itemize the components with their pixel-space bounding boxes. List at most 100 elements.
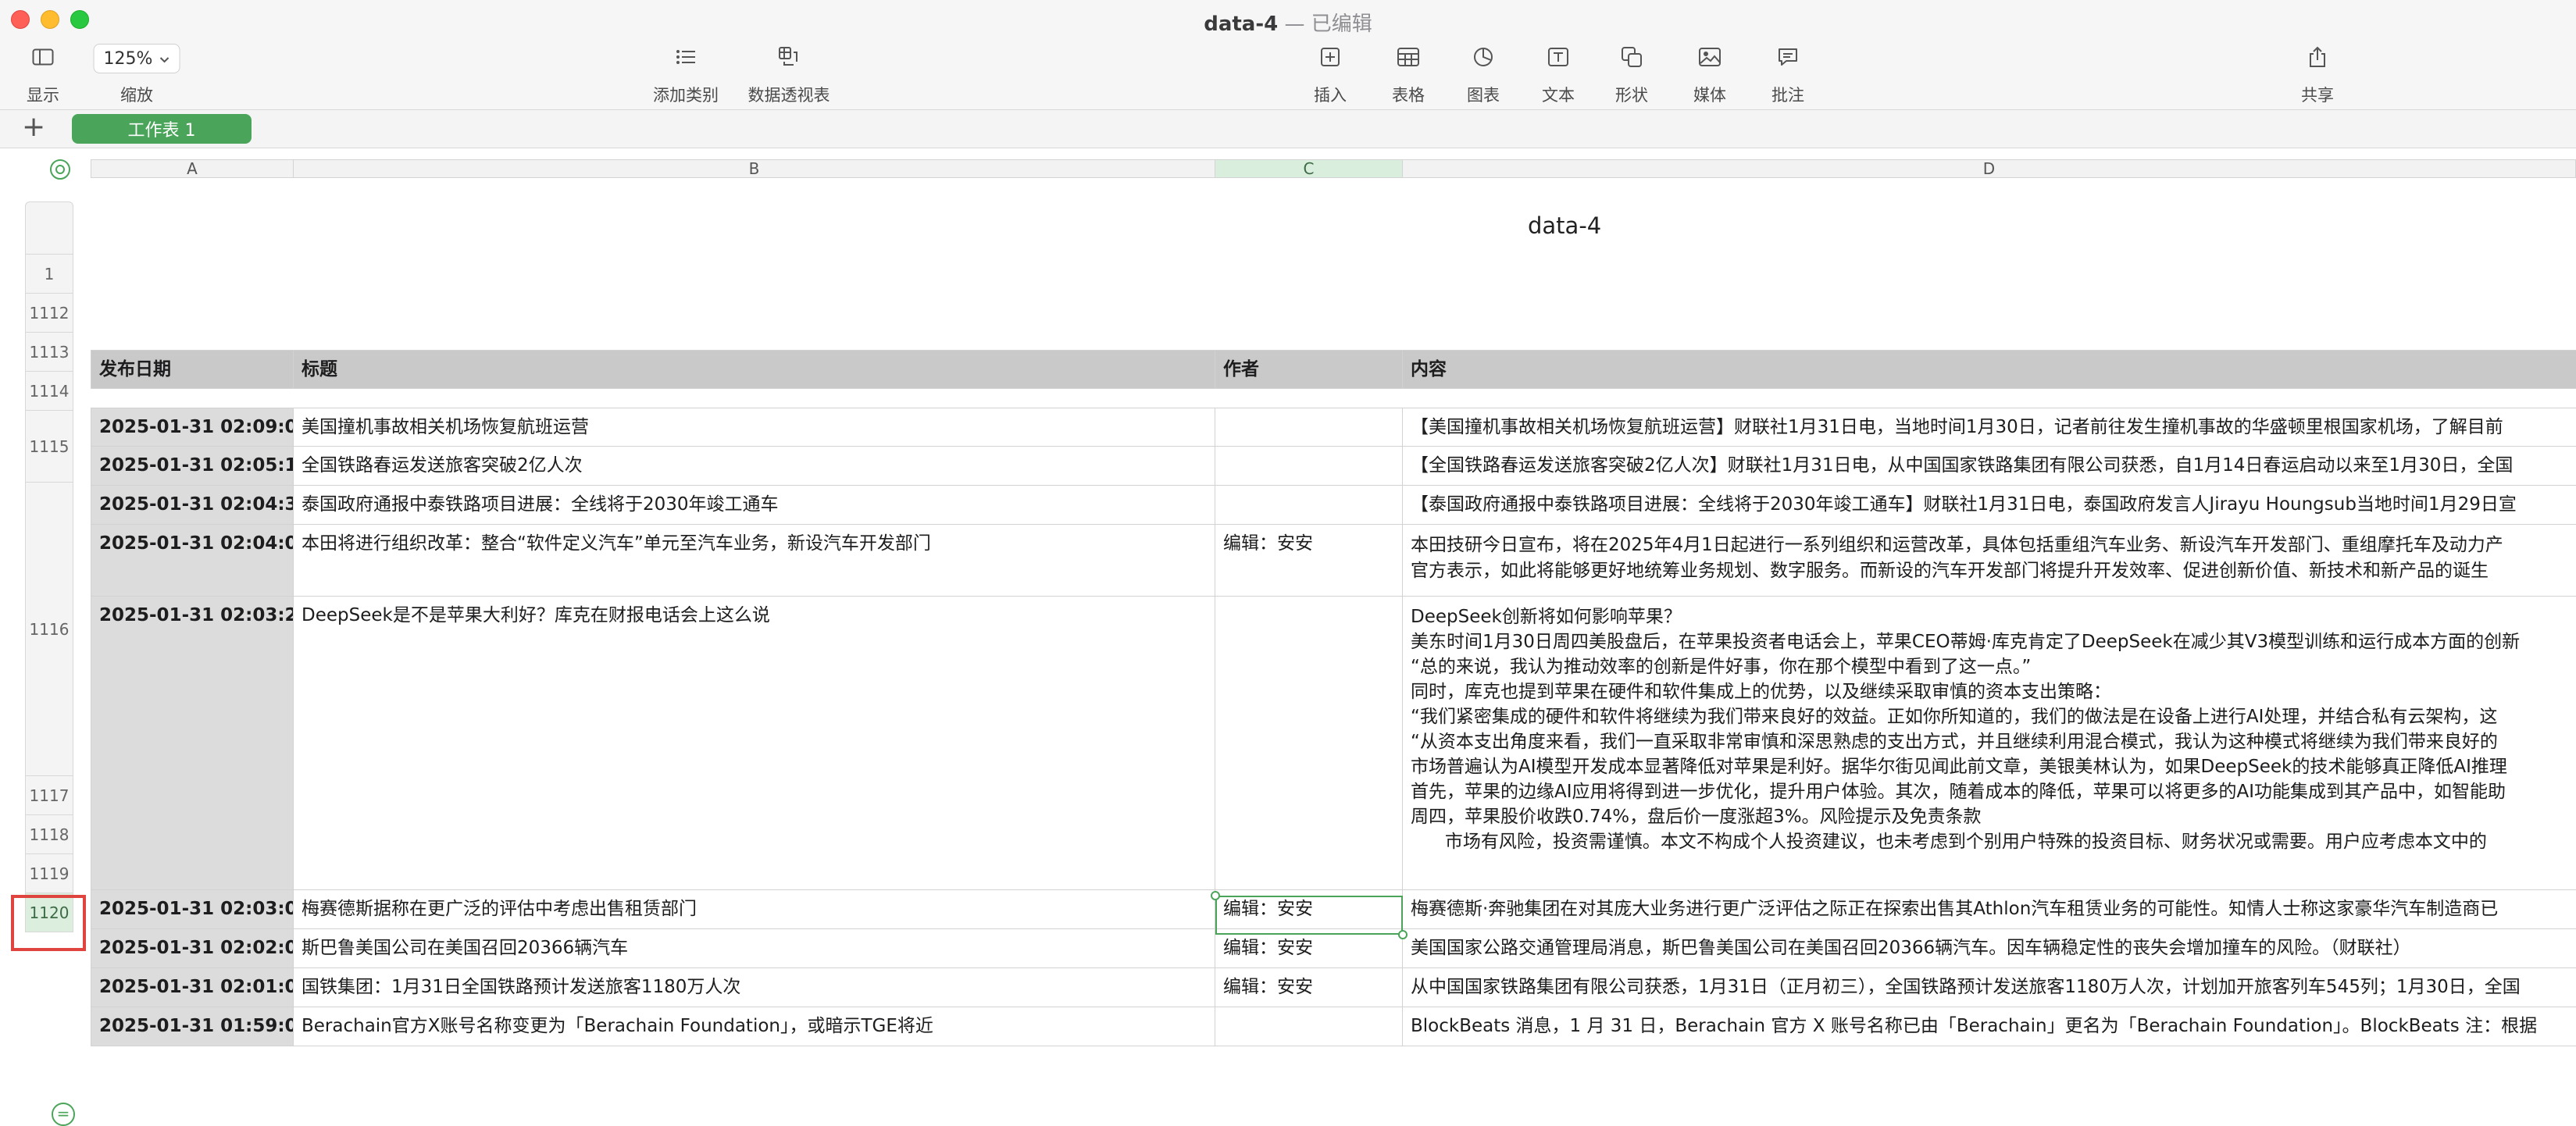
column-header-c[interactable]: C xyxy=(1215,159,1403,178)
insert-icon xyxy=(1317,44,1343,70)
row-header-1[interactable]: 1 xyxy=(25,255,73,294)
date-cell[interactable]: 2025-01-31 02:03:20 xyxy=(91,597,294,890)
row-header-1118[interactable]: 1118 xyxy=(25,815,73,854)
table-row: 2025-01-31 02:04:00 本田将进行组织改革：整合“软件定义汽车”… xyxy=(91,525,2576,597)
date-cell[interactable]: 2025-01-31 02:04:36 xyxy=(91,486,294,525)
zoom-window-button[interactable] xyxy=(70,10,89,29)
table-title[interactable]: data-4 xyxy=(1528,212,1601,239)
share-button[interactable]: 共享 xyxy=(2287,44,2348,106)
zoom-select[interactable]: 125% xyxy=(93,44,180,73)
close-window-button[interactable] xyxy=(11,10,30,29)
row-header-1112[interactable]: 1112 xyxy=(25,294,73,333)
shape-label: 形状 xyxy=(1615,86,1648,105)
author-cell-selected[interactable] xyxy=(1215,1007,1403,1046)
content-cell[interactable]: 本田技研今日宣布，将在2025年4月1日起进行一系列组织和运营改革，具体包括重组… xyxy=(1403,525,2576,597)
text-button[interactable]: 文本 xyxy=(1528,44,1589,106)
text-box-icon xyxy=(1545,44,1572,70)
pivot-table-button[interactable]: 数据透视表 xyxy=(742,44,836,106)
header-cell-content[interactable]: 内容 xyxy=(1403,350,2576,389)
date-cell[interactable]: 2025-01-31 02:01:00 xyxy=(91,968,294,1007)
insert-label: 插入 xyxy=(1314,86,1347,105)
date-cell[interactable]: 2025-01-31 01:59:05 xyxy=(91,1007,294,1046)
add-row-button[interactable]: = xyxy=(52,1103,75,1126)
table-row: 2025-01-31 02:05:18 全国铁路春运发送旅客突破2亿人次 【全国… xyxy=(91,447,2576,486)
row-header-1116[interactable]: 1116 xyxy=(25,483,73,776)
title-cell[interactable]: 本田将进行组织改革：整合“软件定义汽车”单元至汽车业务，新设汽车开发部门 xyxy=(294,525,1215,597)
author-cell[interactable]: 编辑：安安 xyxy=(1215,968,1403,1007)
comment-label: 批注 xyxy=(1771,86,1804,105)
row-header-1119[interactable]: 1119 xyxy=(25,854,73,893)
row-header-1120[interactable]: 1120 xyxy=(25,893,73,932)
table-button[interactable]: 表格 xyxy=(1378,44,1439,106)
title-cell[interactable]: 美国撞机事故相关机场恢复航班运营 xyxy=(294,408,1215,447)
title-cell[interactable]: 斯巴鲁美国公司在美国召回20366辆汽车 xyxy=(294,929,1215,968)
column-header-b[interactable]: B xyxy=(294,159,1215,178)
author-cell[interactable] xyxy=(1215,447,1403,486)
chart-label: 图表 xyxy=(1467,86,1500,105)
zoom-control[interactable]: 125% 缩放 xyxy=(86,44,187,106)
header-cell-author[interactable]: 作者 xyxy=(1215,350,1403,389)
content-cell[interactable]: 梅赛德斯·奔驰集团在对其庞大业务进行更广泛评估之际正在探索出售其Athlon汽车… xyxy=(1403,890,2576,929)
date-cell[interactable]: 2025-01-31 02:02:00 xyxy=(91,929,294,968)
selection-handle-bottom-right[interactable] xyxy=(1398,930,1408,939)
content-cell[interactable]: 【泰国政府通报中泰铁路项目进展：全线将于2030年竣工通车】财联社1月31日电，… xyxy=(1403,486,2576,525)
title-cell[interactable]: 国铁集团：1月31日全国铁路预计发送旅客1180万人次 xyxy=(294,968,1215,1007)
media-label: 媒体 xyxy=(1693,86,1726,105)
selection-handle-top-left[interactable] xyxy=(1211,891,1220,900)
sheet-tab-active[interactable]: 工作表 1 xyxy=(72,114,252,144)
table-icon xyxy=(1395,44,1422,70)
add-sheet-button[interactable]: + xyxy=(22,113,45,141)
title-cell[interactable]: Berachain官方X账号名称变更为「Berachain Foundation… xyxy=(294,1007,1215,1046)
comment-icon xyxy=(1775,44,1801,70)
content-cell[interactable]: 从中国国家铁路集团有限公司获悉，1月31日（正月初三），全国铁路预计发送旅客11… xyxy=(1403,968,2576,1007)
table-row: 2025-01-31 02:02:00 斯巴鲁美国公司在美国召回20366辆汽车… xyxy=(91,929,2576,968)
view-button[interactable]: 显示 xyxy=(8,44,78,106)
content-cell[interactable]: 【全国铁路春运发送旅客突破2亿人次】财联社1月31日电，从中国国家铁路集团有限公… xyxy=(1403,447,2576,486)
comment-button[interactable]: 批注 xyxy=(1757,44,1818,106)
date-cell[interactable]: 2025-01-31 02:03:00 xyxy=(91,890,294,929)
document-name: data-4 xyxy=(1204,12,1279,36)
column-header-d[interactable]: D xyxy=(1403,159,2576,178)
author-cell[interactable] xyxy=(1215,597,1403,890)
author-cell[interactable]: 编辑：安安 xyxy=(1215,890,1403,929)
author-cell[interactable] xyxy=(1215,486,1403,525)
author-cell[interactable]: 编辑：安安 xyxy=(1215,525,1403,597)
minimize-window-button[interactable] xyxy=(41,10,59,29)
title-cell[interactable]: 全国铁路春运发送旅客突破2亿人次 xyxy=(294,447,1215,486)
media-button[interactable]: 媒体 xyxy=(1679,44,1740,106)
date-cell[interactable]: 2025-01-31 02:09:05 xyxy=(91,408,294,447)
select-table-button[interactable] xyxy=(50,159,70,180)
pie-chart-icon xyxy=(1470,44,1497,70)
photo-icon xyxy=(1697,44,1723,70)
insert-button[interactable]: 插入 xyxy=(1300,44,1361,106)
shape-button[interactable]: 形状 xyxy=(1601,44,1662,106)
row-header-1113[interactable]: 1113 xyxy=(25,333,73,372)
content-cell[interactable]: DeepSeek创新将如何影响苹果？ 美东时间1月30日周四美股盘后，在苹果投资… xyxy=(1403,597,2576,890)
table-row: 2025-01-31 02:04:36 泰国政府通报中泰铁路项目进展：全线将于2… xyxy=(91,486,2576,525)
header-cell-date[interactable]: 发布日期 xyxy=(91,350,294,389)
column-header-a[interactable]: A xyxy=(91,159,294,178)
header-cell-title[interactable]: 标题 xyxy=(294,350,1215,389)
sheet-tab-bar: + 工作表 1 xyxy=(0,110,2576,148)
row-header-1114[interactable]: 1114 xyxy=(25,372,73,411)
title-cell[interactable]: DeepSeek是不是苹果大利好？库克在财报电话会上这么说 xyxy=(294,597,1215,890)
date-cell[interactable]: 2025-01-31 02:05:18 xyxy=(91,447,294,486)
add-category-button[interactable]: 添加类别 xyxy=(647,44,725,106)
sidebar-icon xyxy=(30,44,56,70)
author-cell[interactable] xyxy=(1215,408,1403,447)
date-cell[interactable]: 2025-01-31 02:04:00 xyxy=(91,525,294,597)
content-cell[interactable]: 美国国家公路交通管理局消息，斯巴鲁美国公司在美国召回20366辆汽车。因车辆稳定… xyxy=(1403,929,2576,968)
row-header-1115[interactable]: 1115 xyxy=(25,411,73,483)
chart-button[interactable]: 图表 xyxy=(1453,44,1514,106)
content-cell[interactable]: BlockBeats 消息，1 月 31 日，Berachain 官方 X 账号… xyxy=(1403,1007,2576,1046)
row-header-title[interactable] xyxy=(25,201,73,255)
author-cell[interactable]: 编辑：安安 xyxy=(1215,929,1403,968)
title-cell[interactable]: 梅赛德斯据称在更广泛的评估中考虑出售租赁部门 xyxy=(294,890,1215,929)
table-row: 2025-01-31 02:01:00 国铁集团：1月31日全国铁路预计发送旅客… xyxy=(91,968,2576,1007)
row-header-1117[interactable]: 1117 xyxy=(25,776,73,815)
title-separator: — xyxy=(1284,12,1305,36)
chevron-down-icon xyxy=(159,49,169,69)
title-cell[interactable]: 泰国政府通报中泰铁路项目进展：全线将于2030年竣工通车 xyxy=(294,486,1215,525)
content-cell[interactable]: 【美国撞机事故相关机场恢复航班运营】财联社1月31日电，当地时间1月30日，记者… xyxy=(1403,408,2576,447)
table-row: 2025-01-31 02:03:20 DeepSeek是不是苹果大利好？库克在… xyxy=(91,597,2576,890)
